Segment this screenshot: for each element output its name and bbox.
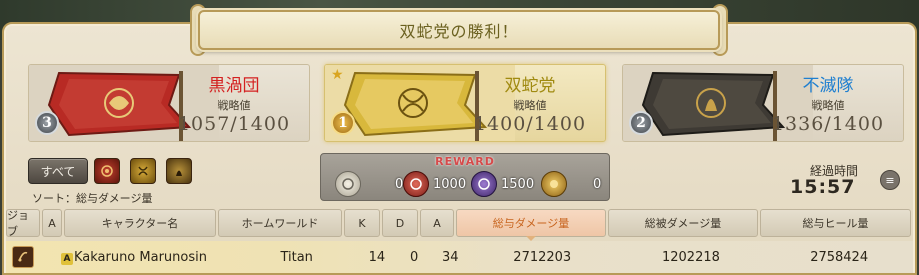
elapsed-time: 15:57 — [790, 176, 856, 198]
team-score: 1057/1400 — [177, 113, 291, 135]
winner-star-icon: ★ — [331, 67, 344, 83]
reward-red-seals: 1000 — [403, 170, 466, 198]
header-deaths[interactable]: D — [382, 209, 418, 237]
rank-badge: 3 — [35, 111, 59, 135]
rank-badge: 1 — [331, 111, 355, 135]
victory-banner: 双蛇党の勝利！ — [198, 10, 720, 50]
header-damage-dealt[interactable]: 総与ダメージ量 — [456, 209, 606, 237]
team-name: 双蛇党 — [504, 76, 556, 96]
header-job[interactable]: ジョブ — [6, 209, 40, 238]
reward-wolf-marks: 0 — [335, 170, 403, 198]
filter-all-button[interactable]: すべて — [28, 158, 88, 184]
party-member-icon: A — [60, 252, 73, 265]
victory-title: 双蛇党の勝利！ — [399, 22, 519, 41]
damage-dealt: 2712203 — [513, 249, 572, 265]
team-name: 黒渦団 — [208, 76, 260, 96]
character-name: Kakaruno Marunosin — [73, 249, 207, 265]
score-label: 戦略値 — [811, 99, 845, 112]
assists: 34 — [442, 249, 459, 265]
team-panel-immortal-flames: 2 不滅隊 戦略値 1336/1400 — [622, 64, 904, 142]
team-score: 1336/1400 — [771, 113, 885, 135]
damage-taken: 1202218 — [661, 249, 720, 265]
header-damage-taken[interactable]: 総被ダメージ量 — [608, 209, 758, 237]
log-icon[interactable]: ≡ — [880, 170, 900, 190]
deaths: 0 — [409, 249, 419, 265]
header-assists[interactable]: A — [420, 209, 454, 237]
gold-medal-icon — [541, 171, 567, 197]
purple-seal-icon — [471, 171, 497, 197]
team-panel-maelstrom: 3 黒渦団 戦略値 1057/1400 — [28, 64, 310, 142]
bard-job-icon — [12, 246, 34, 268]
header-healing[interactable]: 総与ヒール量 — [760, 209, 911, 237]
table-row[interactable]: A Kakaruno Marunosin Titan 14 0 34 271220… — [6, 241, 913, 273]
reward-panel: REWARD 0 1000 1500 0 — [320, 153, 610, 201]
kills: 14 — [368, 249, 386, 265]
score-label: 戦略値 — [217, 99, 251, 112]
header-home-world[interactable]: ホームワールド — [218, 209, 342, 237]
wolf-mark-icon — [335, 171, 361, 197]
immortal-flames-emblem-icon[interactable] — [166, 158, 192, 184]
rank-badge: 2 — [629, 111, 653, 135]
table-header: ジョブ A キャラクター名 ホームワールド K D A 総与ダメージ量 総被ダメ… — [6, 209, 913, 238]
team-name: 不滅隊 — [802, 76, 854, 96]
reward-title: REWARD — [435, 155, 495, 168]
home-world: Titan — [280, 249, 313, 265]
reward-gold-medals: 0 — [541, 170, 601, 198]
reward-purple-seals: 1500 — [471, 170, 534, 198]
header-party[interactable]: A — [42, 209, 62, 237]
score-label: 戦略値 — [513, 99, 547, 112]
team-score: 1400/1400 — [473, 113, 587, 135]
character-name-cell: A Kakaruno Marunosin — [60, 249, 235, 265]
team-panel-twin-adder: ★ 1 双蛇党 戦略値 1400/1400 — [324, 64, 606, 142]
red-seal-icon — [403, 171, 429, 197]
header-character-name[interactable]: キャラクター名 — [64, 209, 216, 237]
twin-adder-emblem-icon[interactable] — [130, 158, 156, 184]
results-window — [2, 22, 917, 275]
healing: 2758424 — [810, 249, 869, 265]
maelstrom-emblem-icon[interactable] — [94, 158, 120, 184]
sort-label: ソート：総与ダメージ量 — [32, 192, 153, 205]
header-kills[interactable]: K — [344, 209, 380, 237]
